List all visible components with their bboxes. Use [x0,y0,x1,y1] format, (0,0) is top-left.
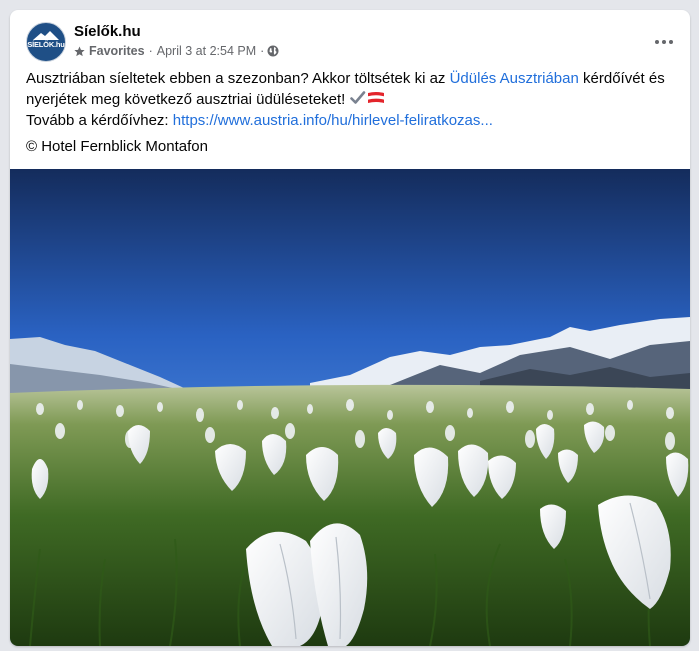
post-photo[interactable] [10,169,690,646]
post-text: Ausztriában síeltetek ebben a szezonban?… [26,68,678,131]
meta-separator: · [148,44,153,58]
globe-icon[interactable] [267,45,279,57]
post-text-line-3-prefix: Tovább a kérdőívhez: [26,112,173,129]
austria-info-url-link[interactable]: https://www.austria.info/hu/hirlevel-fel… [173,112,493,129]
post-text-part-1: Ausztriában síeltetek ebben a szezonban?… [26,70,450,87]
check-and-flag-icons [349,91,384,104]
star-icon [74,45,85,56]
austria-flag-icon [367,92,384,103]
post-meta: Favorites · April 3 at 2:54 PM · [74,44,279,58]
post-text-line-1: Ausztriában síeltetek ebben a szezonban?… [26,68,678,89]
post-text-line-3: Tovább a kérdőívhez: https://www.austria… [26,110,678,131]
more-dot [669,40,673,44]
post-timestamp[interactable]: April 3 at 2:54 PM [157,44,256,58]
more-options-button[interactable] [648,28,680,56]
udules-ausztriaban-link[interactable]: Üdülés Ausztriában [450,70,579,87]
post-header: SÍELŐK.hu Síelők.hu Favorites · April 3 … [26,22,674,62]
meta-separator-2: · [260,44,265,58]
page-avatar[interactable]: SÍELŐK.hu [26,22,66,62]
photo-credit: © Hotel Fernblick Montafon [26,138,208,155]
more-dot [662,40,666,44]
check-mark-icon [349,91,365,104]
post-text-line-2-text: nyerjétek meg következő ausztriai üdülés… [26,91,350,108]
more-horizontal-icon [655,40,659,44]
post-text-line-2: nyerjétek meg következő ausztriai üdülés… [26,89,678,110]
post-text-part-2: kérdőívét és [578,70,665,87]
audience-label[interactable]: Favorites [89,44,145,58]
page-name-link[interactable]: Síelők.hu [74,23,141,40]
avatar-logo-text: SÍELŐK.hu [27,40,65,49]
mountain-logo-icon [33,31,59,40]
post-card: SÍELŐK.hu Síelők.hu Favorites · April 3 … [10,10,690,646]
